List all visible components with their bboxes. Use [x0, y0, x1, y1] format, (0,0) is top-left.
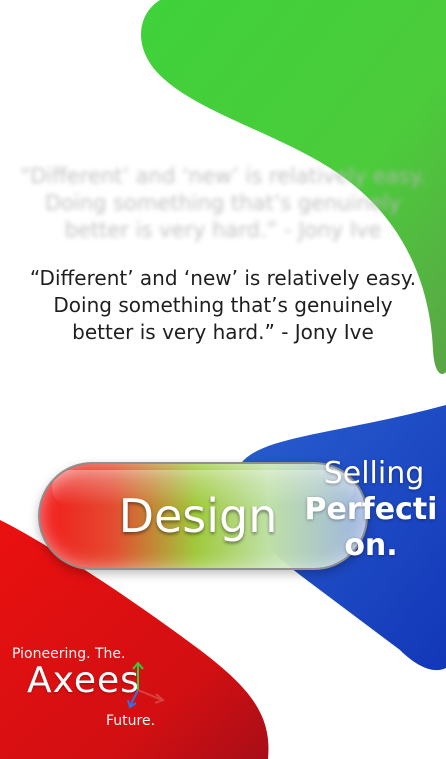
quote-line: Doing something that’s genuinely — [53, 293, 393, 317]
quote-line: better is very hard.” - Jony Ive — [72, 320, 374, 344]
design-button-label: Design — [118, 489, 278, 543]
tagline-line2: Perfecti — [304, 492, 438, 527]
quote-shadow-line: Doing something that’s genuinely — [44, 191, 402, 215]
tagline-line3: on. — [344, 528, 398, 563]
quote-shadow-line: “Different’ and ‘new’ is relatively easy… — [20, 164, 426, 188]
logo-bottom-text: Future. — [106, 713, 156, 729]
poster: “Different’ and ‘new’ is relatively easy… — [0, 0, 446, 759]
axes-icon — [127, 661, 165, 709]
tagline: Selling Perfecti on. — [296, 456, 446, 564]
quote-shadow: “Different’ and ‘new’ is relatively easy… — [0, 163, 446, 244]
quote: “Different’ and ‘new’ is relatively easy… — [0, 265, 446, 346]
quote-shadow-line: better is very hard.” - Jony Ive — [64, 218, 382, 242]
quote-line: “Different’ and ‘new’ is relatively easy… — [29, 266, 417, 290]
tagline-line1: Selling — [323, 456, 425, 491]
